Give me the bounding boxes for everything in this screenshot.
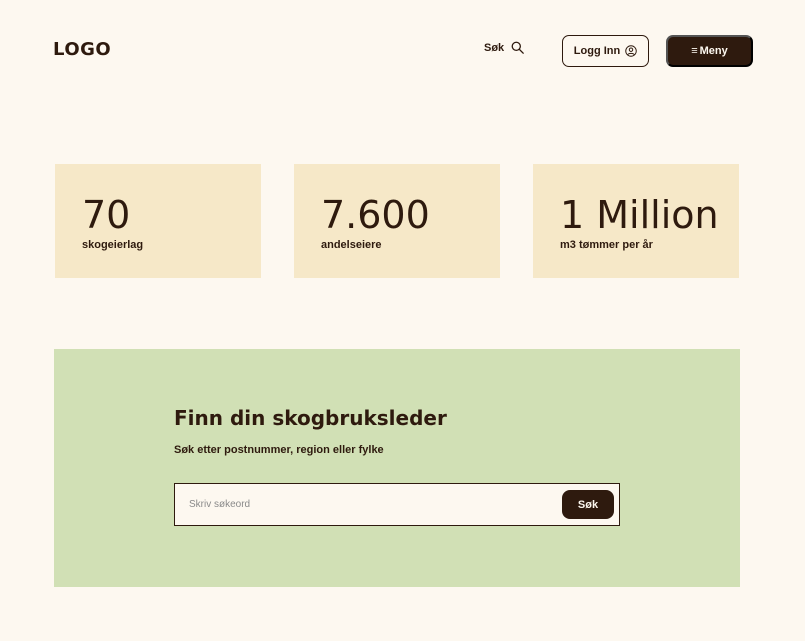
stat-card: 70 skogeierlag xyxy=(55,164,261,278)
finder-title: Finn din skogbruksleder xyxy=(174,406,447,430)
stat-value: 7.600 xyxy=(321,193,430,237)
stat-value: 1 Million xyxy=(560,193,719,237)
user-circle-icon xyxy=(625,45,637,57)
login-button-label: Logg Inn xyxy=(573,45,621,57)
stat-label: m3 tømmer per år xyxy=(560,239,653,251)
finder-search-box: Søk xyxy=(174,483,620,526)
stat-value: 70 xyxy=(82,193,131,237)
stat-label: andelseiere xyxy=(321,239,382,251)
stat-card: 1 Million m3 tømmer per år xyxy=(533,164,739,278)
hamburger-icon: ≡ xyxy=(691,44,698,57)
search-icon xyxy=(511,41,525,54)
login-button[interactable]: Logg Inn xyxy=(562,35,649,67)
stat-label: skogeierlag xyxy=(82,239,144,251)
finder-search-input[interactable] xyxy=(175,484,555,525)
page: LOGO Søk Logg Inn ≡ Meny 70 skogeierlag … xyxy=(0,0,805,641)
logo[interactable]: LOGO xyxy=(53,39,111,60)
menu-button[interactable]: ≡ Meny xyxy=(666,35,753,67)
finder-search-button[interactable]: Søk xyxy=(562,490,614,519)
menu-button-label: Meny xyxy=(699,45,728,57)
header-search-label: Søk xyxy=(484,41,505,54)
forest-manager-finder: Finn din skogbruksleder Søk etter postnu… xyxy=(54,349,740,587)
header-search-link[interactable]: Søk xyxy=(484,41,525,54)
finder-subtitle: Søk etter postnummer, region eller fylke xyxy=(174,444,384,456)
stat-card: 7.600 andelseiere xyxy=(294,164,500,278)
